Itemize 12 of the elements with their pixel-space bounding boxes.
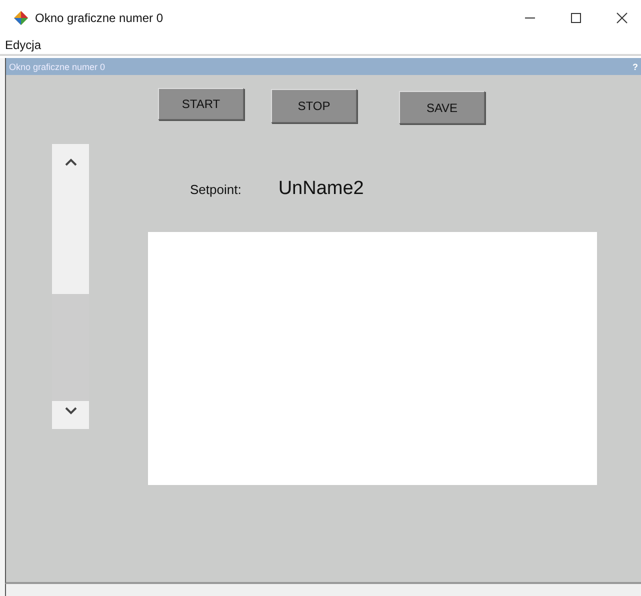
- window-title: Okno graficzne numer 0: [35, 11, 164, 25]
- action-button[interactable]: START: [158, 88, 244, 120]
- panel-title: Okno graficzne numer 0: [9, 62, 106, 72]
- maximize-icon[interactable]: [570, 12, 582, 24]
- action-button[interactable]: STOP: [271, 89, 357, 123]
- scrollbar[interactable]: [52, 144, 89, 429]
- action-button[interactable]: SAVE: [399, 91, 485, 124]
- menu-item[interactable]: Edycja: [5, 38, 42, 52]
- setpoint-value: UnName2: [278, 178, 364, 200]
- close-icon[interactable]: [616, 12, 628, 24]
- setpoint-label: Setpoint:: [190, 182, 242, 196]
- app-icon: [14, 11, 28, 25]
